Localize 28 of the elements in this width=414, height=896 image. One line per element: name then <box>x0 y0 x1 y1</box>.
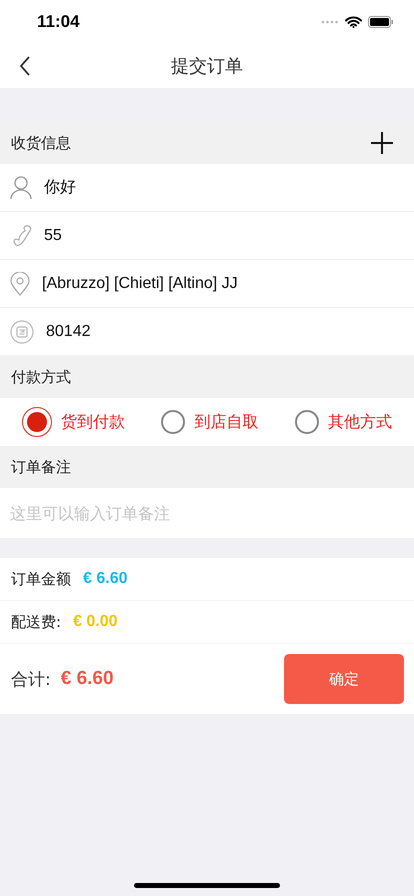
note-field[interactable]: 这里可以输入订单备注 <box>0 488 414 538</box>
summary-label: 订单金额 <box>11 570 71 588</box>
confirm-button[interactable]: 确定 <box>284 654 404 704</box>
summary-amount: € 0.00 <box>73 613 118 631</box>
contact-text: [Abruzzo] [Chieti] [Altino] JJ <box>42 274 238 292</box>
summary-amount: € 6.60 <box>83 570 128 588</box>
status-time: 11:04 <box>37 12 80 32</box>
back-icon[interactable] <box>19 56 31 76</box>
section-title: 收货信息 <box>11 134 71 152</box>
contact-text: 55 <box>44 226 62 244</box>
payment-option[interactable]: 其他方式 <box>294 410 392 434</box>
wifi-icon <box>345 16 362 28</box>
contact-text: 80142 <box>46 322 90 340</box>
postcode-icon <box>10 320 34 344</box>
total-amount: € 6.60 <box>60 668 115 690</box>
section-title: 付款方式 <box>11 368 71 386</box>
payment-option[interactable]: 到店自取 <box>161 410 258 434</box>
battery-icon <box>368 16 394 28</box>
section-title: 订单备注 <box>11 458 71 476</box>
add-icon[interactable] <box>370 131 394 155</box>
page-title: 提交订单 <box>171 55 243 78</box>
person-icon <box>10 176 32 200</box>
payment-option[interactable]: 货到付款 <box>22 407 126 437</box>
total-label: 合计: <box>11 668 51 690</box>
location-pin-icon <box>10 272 30 296</box>
summary-label: 配送费: <box>11 612 62 632</box>
contact-text: 你好 <box>44 178 76 198</box>
signal-icon <box>321 20 339 24</box>
